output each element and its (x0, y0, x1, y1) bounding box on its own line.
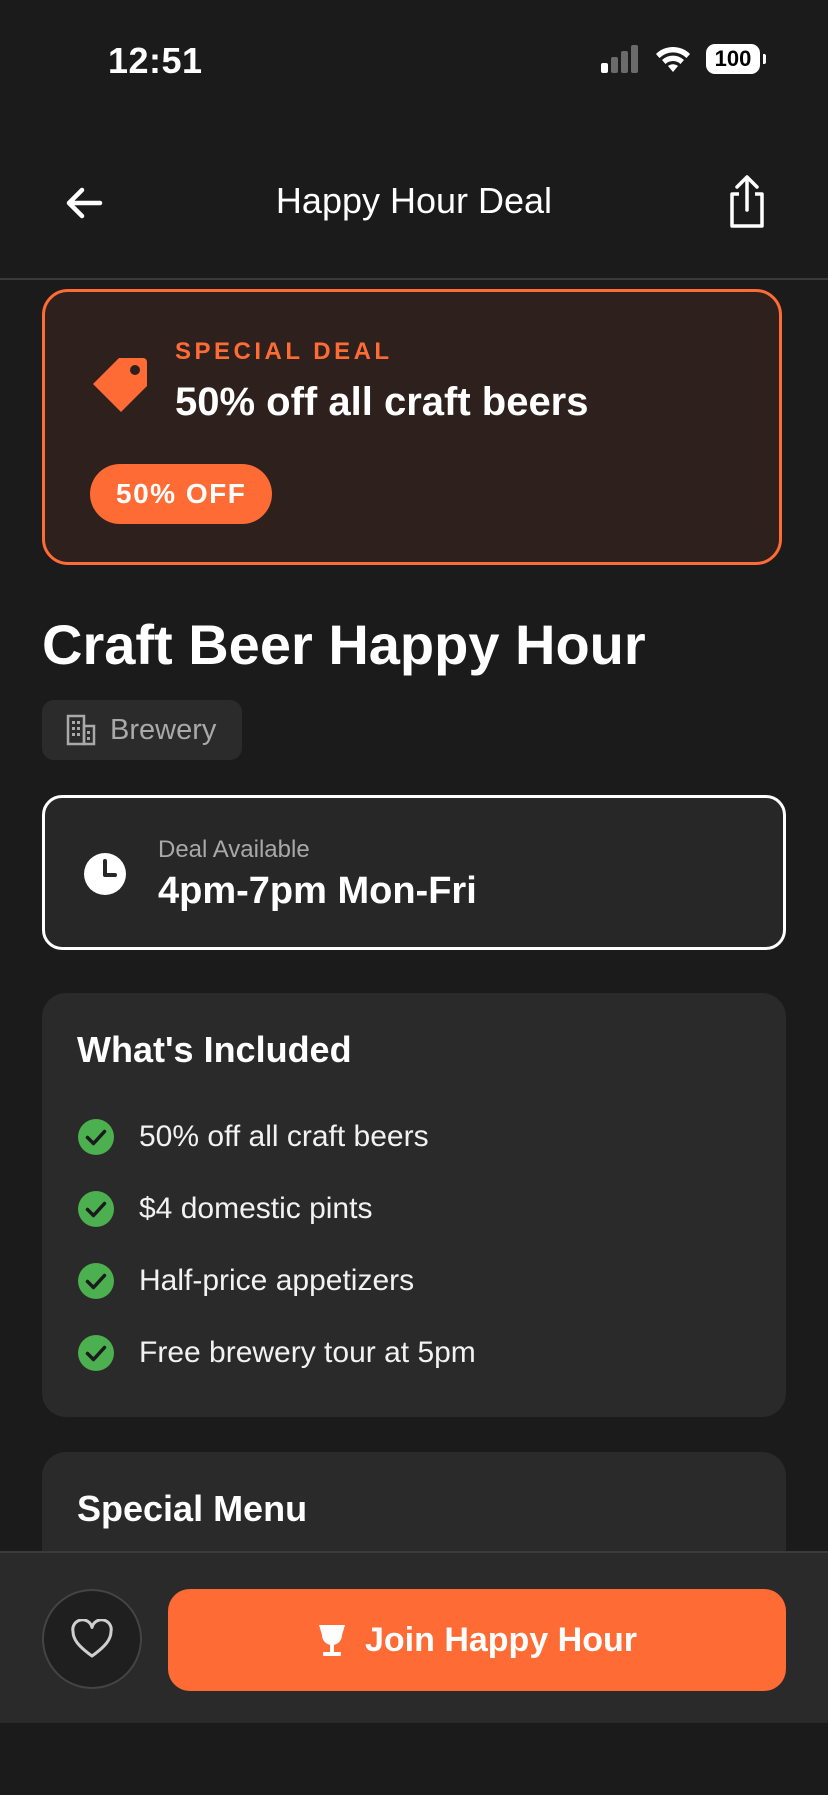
list-item: Free brewery tour at 5pm (77, 1317, 476, 1389)
wifi-icon (656, 46, 690, 72)
included-item-label: 50% off all craft beers (139, 1120, 429, 1153)
bottom-action-bar: Join Happy Hour (0, 1551, 828, 1723)
check-circle-icon (78, 1263, 114, 1299)
deal-availability-card: Deal Available 4pm-7pm Mon-Fri (42, 795, 786, 950)
category-chip: Brewery (42, 700, 243, 760)
included-title: What's Included (77, 1029, 352, 1070)
special-deal-card: SPECIAL DEAL 50% off all craft beers 50%… (42, 289, 782, 565)
included-item-label: Half-price appetizers (139, 1264, 415, 1297)
included-list: 50% off all craft beers $4 domestic pint… (77, 1101, 476, 1389)
discount-badge: 50% OFF (90, 464, 273, 524)
discount-badge-text: 50% OFF (116, 478, 247, 509)
heart-icon (71, 1619, 113, 1658)
join-button-label: Join Happy Hour (364, 1620, 638, 1659)
deal-title: 50% off all craft beers (175, 380, 589, 424)
category-label: Brewery (110, 713, 217, 746)
clock-icon (84, 853, 126, 895)
check-circle-icon (78, 1335, 114, 1371)
included-item-label: Free brewery tour at 5pm (139, 1336, 476, 1369)
join-happy-hour-button[interactable]: Join Happy Hour (168, 1589, 786, 1691)
list-item: 50% off all craft beers (77, 1101, 476, 1173)
battery-icon: 100 (706, 44, 766, 74)
page-title: Craft Beer Happy Hour (42, 613, 646, 676)
list-item: Half-price appetizers (77, 1245, 476, 1317)
availability-label: Deal Available (158, 836, 310, 863)
cellular-signal-icon (601, 45, 638, 73)
status-time: 12:51 (108, 40, 203, 81)
building-icon (66, 714, 96, 746)
check-circle-icon (78, 1191, 114, 1227)
cocktail-glass-icon (318, 1625, 345, 1656)
special-menu-title: Special Menu (77, 1488, 308, 1529)
list-item: $4 domestic pints (77, 1173, 476, 1245)
favorite-button[interactable] (42, 1589, 142, 1689)
share-icon[interactable] (722, 174, 772, 230)
status-icons: 100 (600, 44, 766, 74)
tag-icon (93, 358, 147, 412)
included-item-label: $4 domestic pints (139, 1192, 373, 1225)
status-bar: 12:51 100 (0, 0, 828, 120)
availability-value: 4pm-7pm Mon-Fri (158, 870, 477, 912)
battery-level: 100 (714, 46, 752, 71)
home-indicator-area (0, 1723, 828, 1795)
nav-title: Happy Hour Deal (275, 180, 553, 221)
whats-included-card: What's Included 50% off all craft beers … (42, 993, 786, 1417)
nav-bar: Happy Hour Deal (0, 140, 828, 280)
check-circle-icon (78, 1119, 114, 1155)
deal-label: SPECIAL DEAL (175, 338, 393, 365)
